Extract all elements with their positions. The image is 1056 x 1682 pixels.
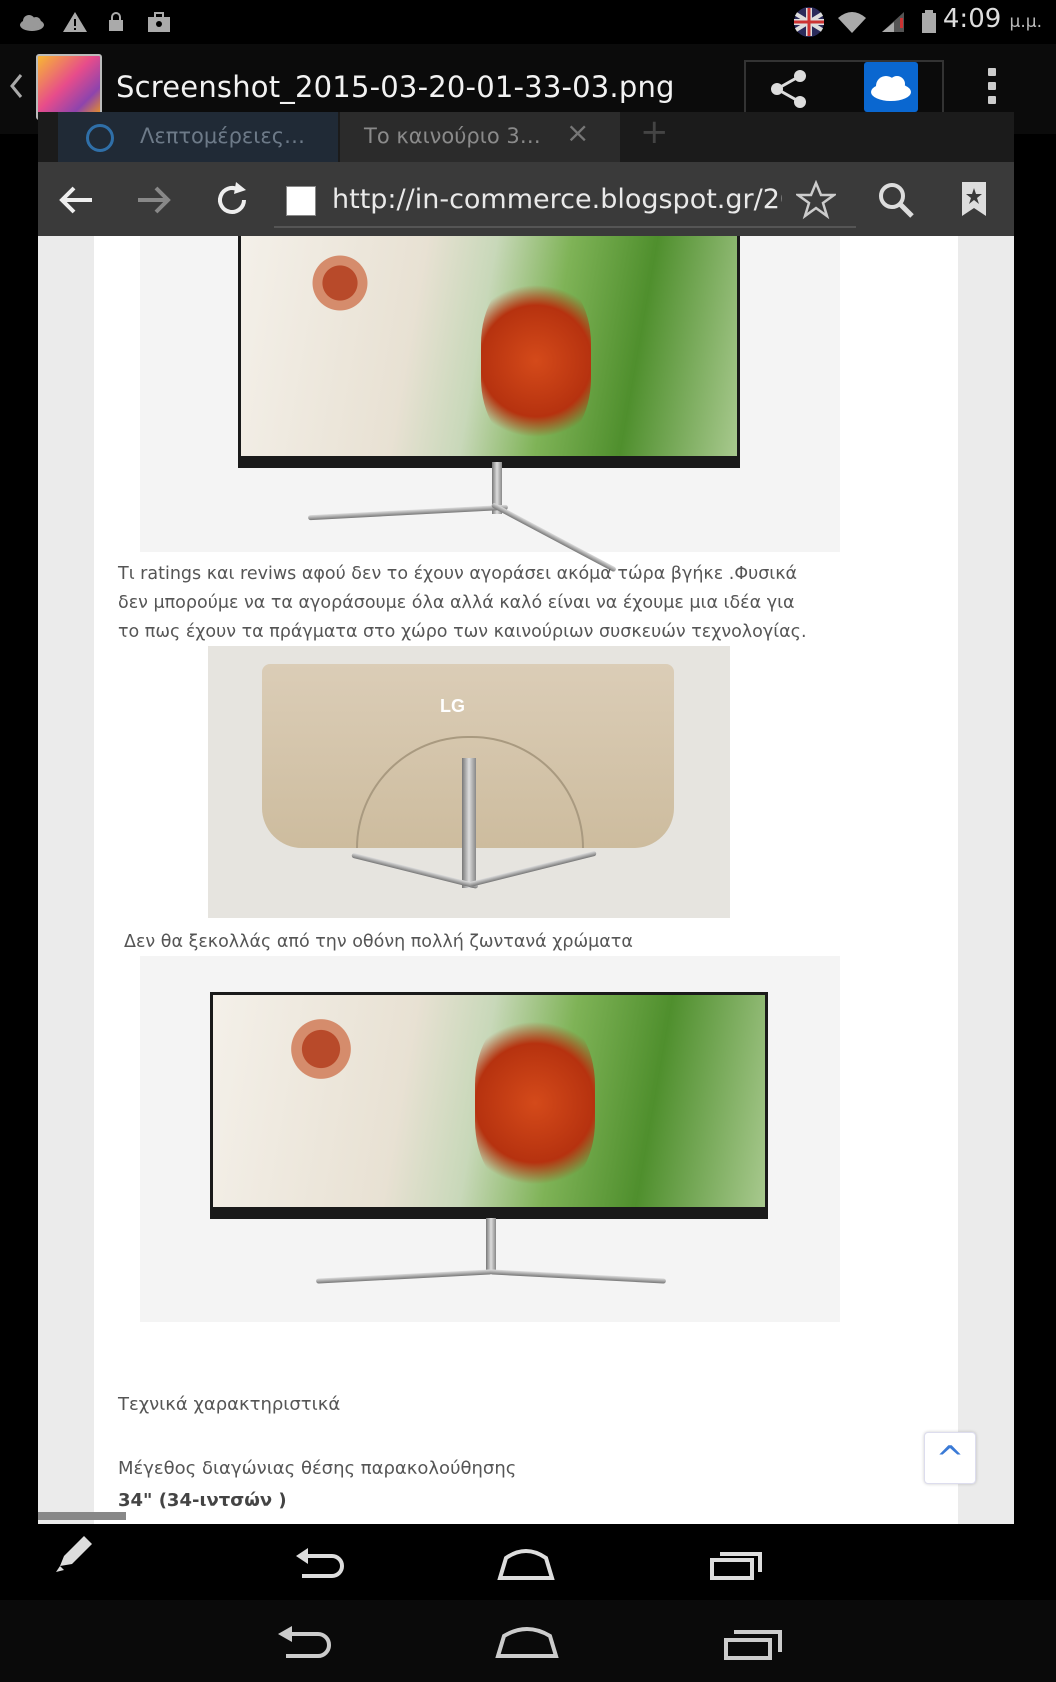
monitor-front-image-2: [140, 956, 840, 1322]
tab-current[interactable]: Το καινούριο 3… ×: [340, 112, 620, 162]
scroll-to-top-button[interactable]: ^: [924, 1432, 976, 1484]
chevron-up-icon: ^: [935, 1439, 965, 1479]
specs-heading: Τεχνικά χαρακτηριστικά: [118, 1394, 341, 1415]
reload-icon[interactable]: [212, 180, 252, 220]
cloud-icon: [20, 15, 44, 31]
search-icon[interactable]: [876, 180, 916, 220]
lock-icon: [109, 12, 123, 31]
clock: 4:09 μ.μ.: [942, 4, 1042, 34]
back-arrow-icon[interactable]: [56, 180, 96, 220]
nav-recents-icon[interactable]: [722, 1624, 784, 1662]
nav-home-icon[interactable]: [496, 1546, 556, 1582]
viewer-title: Screenshot_2015-03-20-01-33-03.png: [116, 70, 675, 104]
overflow-menu-icon[interactable]: [988, 68, 996, 108]
scroll-indicator: [38, 1512, 126, 1520]
paragraph-line: δεν μπορούμε να τα αγοράσουμε όλα αλλά κ…: [118, 593, 795, 613]
image-thumbnail[interactable]: [36, 54, 102, 120]
nav-back-icon[interactable]: [274, 1624, 334, 1662]
spec-value: 34" (34-ιντσών ): [118, 1490, 287, 1511]
bookmark-icon[interactable]: [958, 180, 990, 220]
wifi-icon: [838, 12, 866, 33]
warning-icon: [63, 12, 87, 32]
battery-icon: [922, 10, 936, 33]
monitor-back-image: LG: [208, 646, 730, 918]
onedrive-icon[interactable]: [864, 62, 918, 112]
pencil-icon[interactable]: [52, 1532, 96, 1576]
lg-logo: LG: [440, 696, 465, 716]
paragraph-line: το πως έχουν τα πράγματα στο χώρο των κα…: [118, 622, 807, 642]
back-chevron-icon[interactable]: [8, 72, 24, 100]
site-favicon-icon: [286, 186, 316, 216]
nav-back-icon[interactable]: [292, 1546, 346, 1582]
briefcase-icon: [148, 12, 170, 32]
star-icon[interactable]: [796, 180, 836, 220]
paragraph-line: Τι ratings και reviws αφού δεν το έχουν …: [118, 564, 798, 584]
new-tab-icon[interactable]: +: [640, 112, 669, 152]
signal-icon: [882, 12, 904, 32]
uk-flag-icon: [794, 7, 824, 37]
nav-home-icon[interactable]: [494, 1624, 560, 1660]
tab-favicon-icon: [86, 124, 114, 152]
forward-arrow-icon[interactable]: [134, 180, 174, 220]
share-icon[interactable]: [768, 68, 810, 110]
tab-label: Λεπτομέρειες…: [140, 124, 306, 148]
tab-close-icon[interactable]: ×: [566, 116, 589, 149]
image-caption: Δεν θα ξεκολλάς από την οθόνη πολλή ζωντ…: [124, 932, 633, 952]
spec-label: Μέγεθος διαγώνιας θέσης παρακολούθησης: [118, 1458, 517, 1479]
status-bar: 4:09 μ.μ.: [0, 0, 1056, 44]
url-text[interactable]: http://in-commerce.blogspot.gr/20: [332, 184, 782, 215]
monitor-front-image-1: [140, 236, 840, 573]
tab-details[interactable]: Λεπτομέρειες…: [58, 112, 338, 162]
nav-recents-icon[interactable]: [708, 1546, 764, 1582]
tab-label: Το καινούριο 3…: [364, 124, 541, 148]
